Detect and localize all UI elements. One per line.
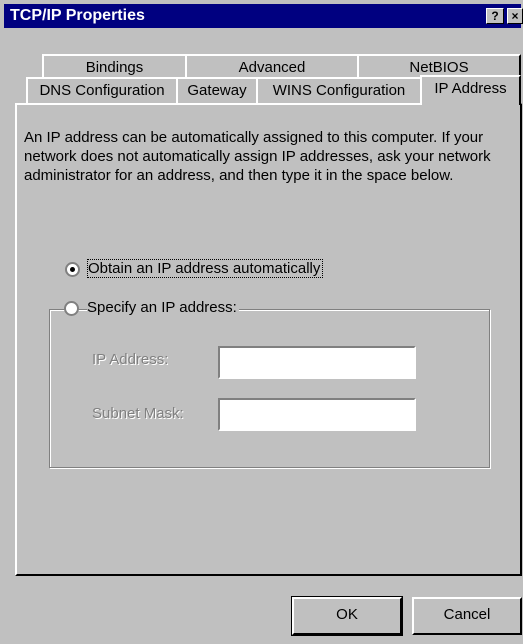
ip-address-field[interactable] [218,346,416,379]
subnet-mask-field[interactable] [218,398,416,431]
obtain-automatically-label[interactable]: Obtain an IP address automatically [86,259,324,278]
title-bar[interactable]: TCP/IP Properties ? × [4,4,523,28]
specify-ip-label[interactable]: Specify an IP address: [87,299,239,316]
tab-label: Gateway [187,82,247,99]
tab-label: IP Address [434,80,507,97]
ip-address-group [49,309,490,468]
tab-ip-address[interactable]: IP Address [420,75,521,105]
ok-button[interactable]: OK [291,596,403,636]
close-icon: × [511,9,519,23]
subnet-mask-label: Subnet Mask: [92,405,184,422]
help-button[interactable]: ? [486,8,504,24]
tab-label: WINS Configuration [272,82,406,99]
tab-wins-configuration[interactable]: WINS Configuration [256,77,422,103]
tab-bindings[interactable]: Bindings [42,54,187,78]
radio-selected-dot [70,267,75,272]
specify-ip-radio[interactable] [64,301,79,316]
tab-advanced[interactable]: Advanced [185,54,359,78]
close-button[interactable]: × [507,8,523,24]
tab-label: Advanced [238,59,306,76]
tcpip-properties-dialog: TCP/IP Properties ? × Bindings Advanced … [0,0,523,644]
tab-gateway[interactable]: Gateway [176,77,258,103]
window-title: TCP/IP Properties [10,7,145,24]
tab-label: DNS Configuration [39,82,165,99]
obtain-automatically-radio[interactable] [65,262,80,277]
tab-dns-configuration[interactable]: DNS Configuration [26,77,178,103]
help-icon: ? [491,9,499,23]
tab-label: Bindings [85,59,144,76]
cancel-button[interactable]: Cancel [412,597,522,635]
tab-label: NetBIOS [409,59,469,76]
description-text: An IP address can be automatically assig… [24,129,491,184]
ip-address-label: IP Address: [92,351,169,368]
